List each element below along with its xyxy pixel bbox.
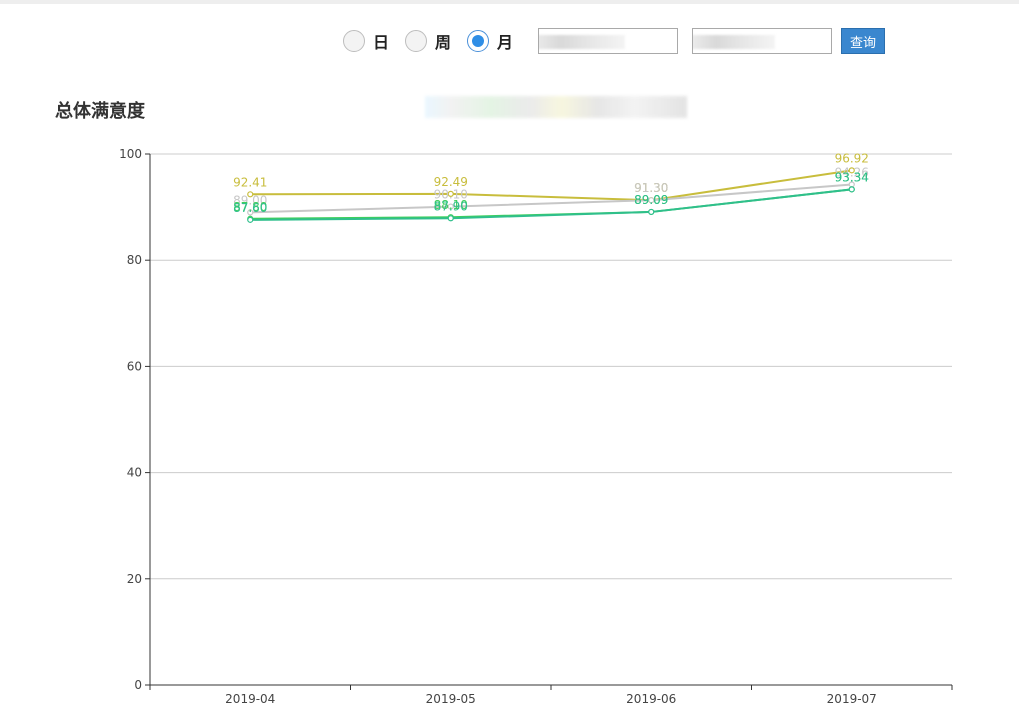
y-tick-label: 100 (119, 147, 142, 161)
radio-week-label: 周 (435, 33, 452, 52)
end-date-redaction (693, 35, 775, 49)
y-tick-label: 0 (134, 678, 142, 692)
series-point (447, 215, 454, 222)
radio-month-circle[interactable] (467, 30, 490, 52)
x-tick-label: 2019-07 (827, 692, 877, 705)
data-label: 96.92 (835, 151, 869, 165)
series-point (648, 208, 655, 216)
radio-day-label: 日 (373, 33, 390, 52)
radio-day[interactable]: 日 (343, 29, 389, 53)
series-line (250, 183, 852, 214)
radio-week[interactable]: 周 (405, 29, 451, 53)
radio-month[interactable]: 月 (467, 29, 513, 53)
radio-day-circle[interactable] (343, 30, 365, 52)
end-date-field[interactable] (692, 28, 832, 54)
page-title: 总体满意度 (55, 101, 145, 122)
data-label: 93.34 (835, 170, 869, 184)
series-line (250, 169, 852, 202)
satisfaction-line-chart: 0 20 40 60 80 100 2019-04 2019-05 2019-06 2019-07… (119, 147, 953, 705)
chart-legend-redacted (425, 96, 687, 118)
data-label: 87.60 (233, 201, 267, 215)
y-tick-label: 60 (127, 359, 142, 373)
data-label: 89.09 (634, 193, 668, 207)
series-point (848, 186, 855, 193)
series-point (247, 216, 254, 223)
x-tick-label: 2019-05 (426, 692, 476, 705)
y-tick-label: 40 (127, 466, 142, 480)
series-layer (247, 167, 855, 223)
start-date-field[interactable] (538, 28, 678, 54)
radio-week-circle[interactable] (405, 30, 428, 52)
y-tick-label: 80 (127, 253, 142, 267)
period-filter: 日 周 月 (343, 27, 529, 55)
data-label-layer: 92.41 92.49 91.3096.9289.00 90.10 91.3094.26… (233, 151, 869, 214)
data-label: 87.90 (434, 199, 468, 213)
radio-month-label: 月 (497, 33, 514, 52)
data-label: 92.41 (233, 175, 267, 189)
x-tick-label: 2019-04 (225, 692, 275, 705)
x-tick-label: 2019-06 (626, 692, 676, 705)
axis-layer: 0 20 40 60 80 100 2019-04 2019-05 2019-06 2019-07 (119, 147, 953, 705)
top-rule (0, 0, 1019, 4)
start-date-redaction (539, 35, 625, 49)
query-button[interactable]: 查询 (841, 28, 885, 54)
y-tick-label: 20 (127, 572, 142, 586)
